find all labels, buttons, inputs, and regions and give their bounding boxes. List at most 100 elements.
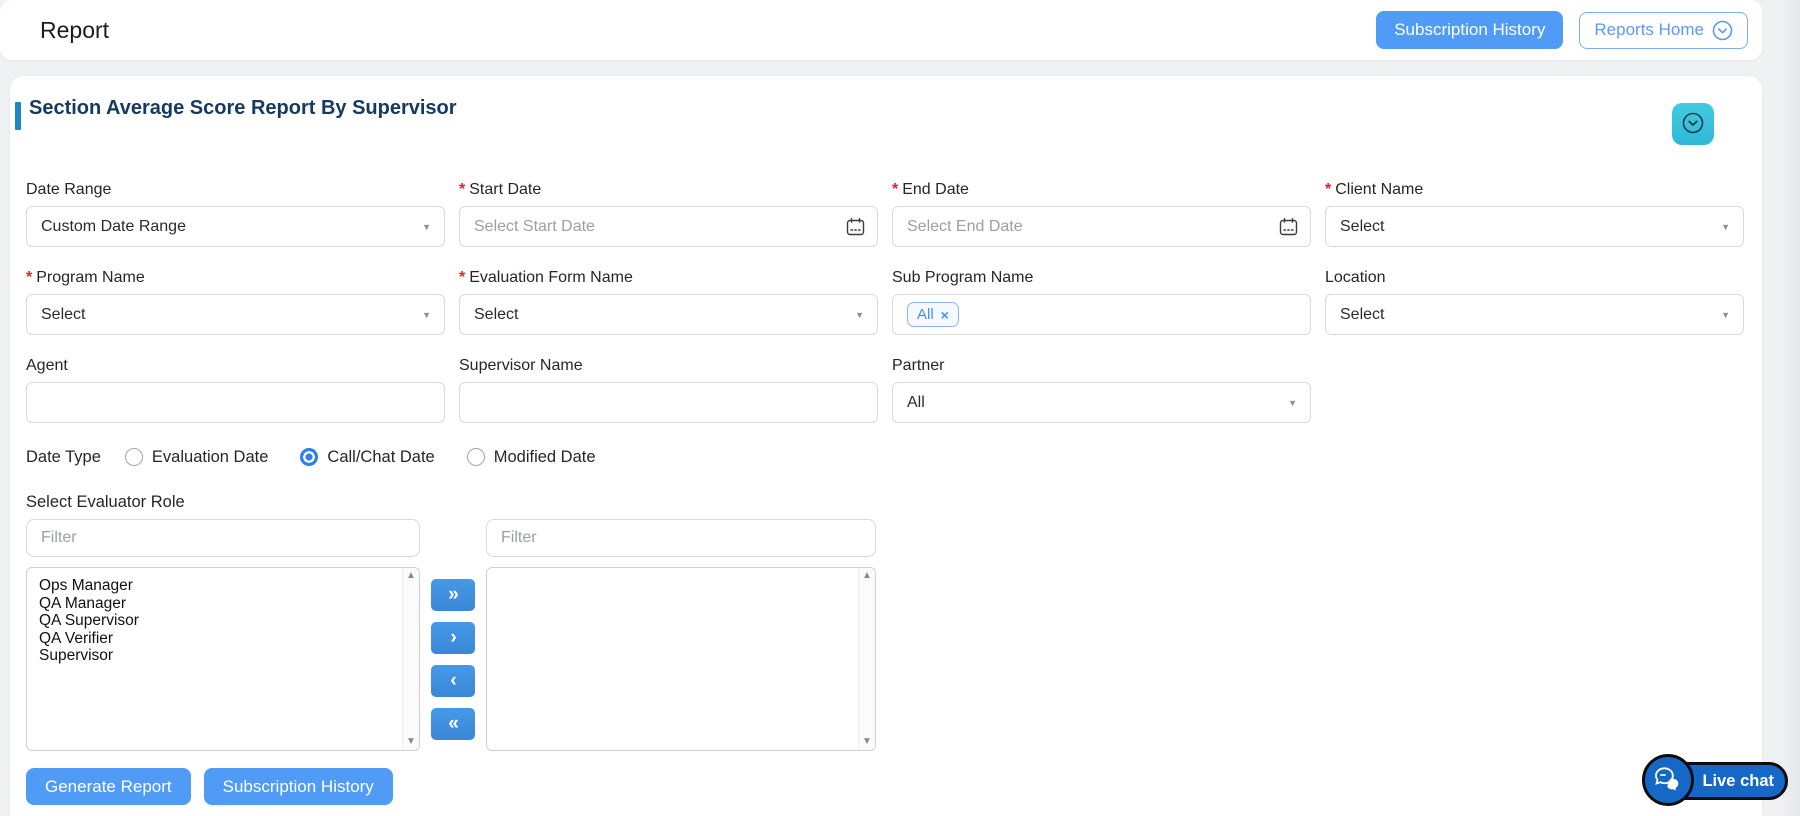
- required-mark: *: [459, 180, 466, 198]
- client-name-label: Client Name: [1335, 180, 1424, 198]
- filter-form: Date Range Custom Date Range ▼ * Start D…: [26, 180, 1746, 805]
- live-chat-widget[interactable]: Live chat: [1642, 754, 1788, 806]
- move-left-button[interactable]: ‹: [431, 664, 475, 697]
- client-name-select[interactable]: Select ▼: [1325, 206, 1744, 247]
- caret-down-icon: ▼: [855, 309, 864, 320]
- selected-filter-input[interactable]: [501, 529, 861, 547]
- reports-home-button[interactable]: Reports Home: [1579, 11, 1748, 49]
- end-date-label: End Date: [902, 180, 969, 198]
- radio-modified-date[interactable]: Modified Date: [466, 447, 596, 467]
- reports-home-label: Reports Home: [1594, 20, 1704, 39]
- partner-label: Partner: [892, 356, 945, 374]
- radio-call-chat-date[interactable]: Call/Chat Date: [300, 447, 435, 467]
- subscription-history-button-bottom[interactable]: Subscription History: [203, 768, 393, 805]
- field-evaluation-form-name: * Evaluation Form Name Select ▼: [459, 268, 878, 335]
- date-range-value: Custom Date Range: [41, 217, 186, 235]
- calendar-icon[interactable]: [845, 216, 866, 237]
- location-select[interactable]: Select ▼: [1325, 294, 1744, 335]
- start-date-field: [459, 206, 878, 247]
- caret-down-icon: ▼: [1721, 221, 1730, 232]
- list-item[interactable]: QA Verifier: [39, 630, 402, 648]
- evaluation-form-name-value: Select: [474, 305, 519, 323]
- date-range-label: Date Range: [26, 180, 112, 198]
- required-mark: *: [1325, 180, 1332, 198]
- page-title: Report: [40, 16, 110, 43]
- scroll-up-icon[interactable]: ▲: [862, 571, 872, 581]
- location-label: Location: [1325, 268, 1386, 286]
- remove-tag-icon[interactable]: ×: [941, 307, 949, 323]
- supervisor-name-field: [459, 382, 878, 423]
- scrollbar[interactable]: ▲ ▼: [402, 568, 419, 750]
- radio-icon: [300, 448, 319, 466]
- date-type-label: Date Type: [26, 447, 101, 466]
- date-type-group: Date Type Evaluation Date Call/Chat Date…: [26, 446, 1746, 468]
- form-row-2: * Program Name Select ▼ * Evaluation For…: [26, 268, 1746, 335]
- header-bar: Report Subscription History Reports Home: [0, 0, 1762, 60]
- field-supervisor-name: Supervisor Name: [459, 356, 878, 423]
- end-date-input[interactable]: [907, 217, 1296, 236]
- available-filter-input[interactable]: [41, 529, 405, 547]
- list-item[interactable]: QA Manager: [39, 595, 402, 613]
- form-row-1: Date Range Custom Date Range ▼ * Start D…: [26, 180, 1746, 247]
- date-range-select[interactable]: Custom Date Range ▼: [26, 206, 445, 247]
- agent-field: [26, 382, 445, 423]
- move-right-button[interactable]: ›: [431, 621, 475, 654]
- partner-value: All: [907, 393, 925, 411]
- agent-label: Agent: [26, 356, 68, 374]
- calendar-icon[interactable]: [1278, 216, 1299, 237]
- list-item[interactable]: QA Supervisor: [39, 612, 402, 630]
- collapse-section-button[interactable]: [1672, 103, 1714, 145]
- scrollbar[interactable]: ▲ ▼: [858, 568, 875, 750]
- tag-label: All: [917, 306, 934, 323]
- radio-icon: [466, 448, 485, 466]
- field-date-range: Date Range Custom Date Range ▼: [26, 180, 445, 247]
- live-chat-label: Live chat: [1702, 771, 1774, 790]
- field-client-name: * Client Name Select ▼: [1325, 180, 1744, 247]
- move-all-right-button[interactable]: »: [431, 578, 475, 611]
- scroll-down-icon[interactable]: ▼: [862, 737, 872, 747]
- supervisor-name-input[interactable]: [474, 393, 863, 412]
- report-filter-card: Section Average Score Report By Supervis…: [10, 76, 1762, 816]
- chevron-down-circle-icon: [1680, 110, 1706, 139]
- required-mark: *: [892, 180, 899, 198]
- subscription-history-button[interactable]: Subscription History: [1376, 11, 1564, 49]
- evaluator-role-label: Select Evaluator Role: [26, 493, 185, 511]
- program-name-label: Program Name: [36, 268, 145, 286]
- chevron-down-circle-icon: [1712, 20, 1733, 41]
- radio-label: Modified Date: [493, 447, 596, 466]
- header-actions: Subscription History Reports Home: [1376, 11, 1748, 49]
- caret-down-icon: ▼: [1721, 309, 1730, 320]
- page-right-gutter: [1782, 0, 1800, 816]
- radio-label: Call/Chat Date: [327, 447, 435, 466]
- client-name-value: Select: [1340, 217, 1385, 235]
- radio-icon: [124, 448, 143, 466]
- start-date-label: Start Date: [469, 180, 542, 198]
- evaluation-form-name-label: Evaluation Form Name: [469, 268, 633, 286]
- supervisor-name-label: Supervisor Name: [459, 356, 583, 374]
- radio-evaluation-date[interactable]: Evaluation Date: [124, 448, 268, 467]
- list-item[interactable]: Ops Manager: [39, 577, 402, 595]
- partner-select[interactable]: All ▼: [892, 382, 1311, 423]
- agent-input[interactable]: [41, 393, 430, 412]
- field-location: Location Select ▼: [1325, 268, 1744, 335]
- available-filter-field: [26, 519, 420, 557]
- program-name-select[interactable]: Select ▼: [26, 294, 445, 335]
- start-date-input[interactable]: [474, 217, 863, 236]
- field-program-name: * Program Name Select ▼: [26, 268, 445, 335]
- section-title: Section Average Score Report By Supervis…: [29, 97, 457, 119]
- evaluator-transfer-widget: Ops Manager QA Manager QA Supervisor QA …: [26, 567, 1746, 751]
- available-roles-list: Ops Manager QA Manager QA Supervisor QA …: [27, 568, 402, 750]
- evaluation-form-name-select[interactable]: Select ▼: [459, 294, 878, 335]
- scroll-up-icon[interactable]: ▲: [406, 571, 416, 581]
- sub-program-name-multiselect[interactable]: All ×: [892, 294, 1311, 335]
- list-item[interactable]: Supervisor: [39, 647, 402, 665]
- caret-down-icon: ▼: [422, 309, 431, 320]
- generate-report-button[interactable]: Generate Report: [26, 768, 191, 805]
- move-all-left-button[interactable]: «: [431, 707, 475, 740]
- required-mark: *: [459, 268, 466, 286]
- program-name-value: Select: [41, 305, 86, 323]
- chat-bubble-icon[interactable]: [1642, 754, 1694, 806]
- evaluator-filters: [26, 519, 1746, 557]
- scroll-down-icon[interactable]: ▼: [406, 737, 416, 747]
- section-accent-bar: [15, 102, 21, 130]
